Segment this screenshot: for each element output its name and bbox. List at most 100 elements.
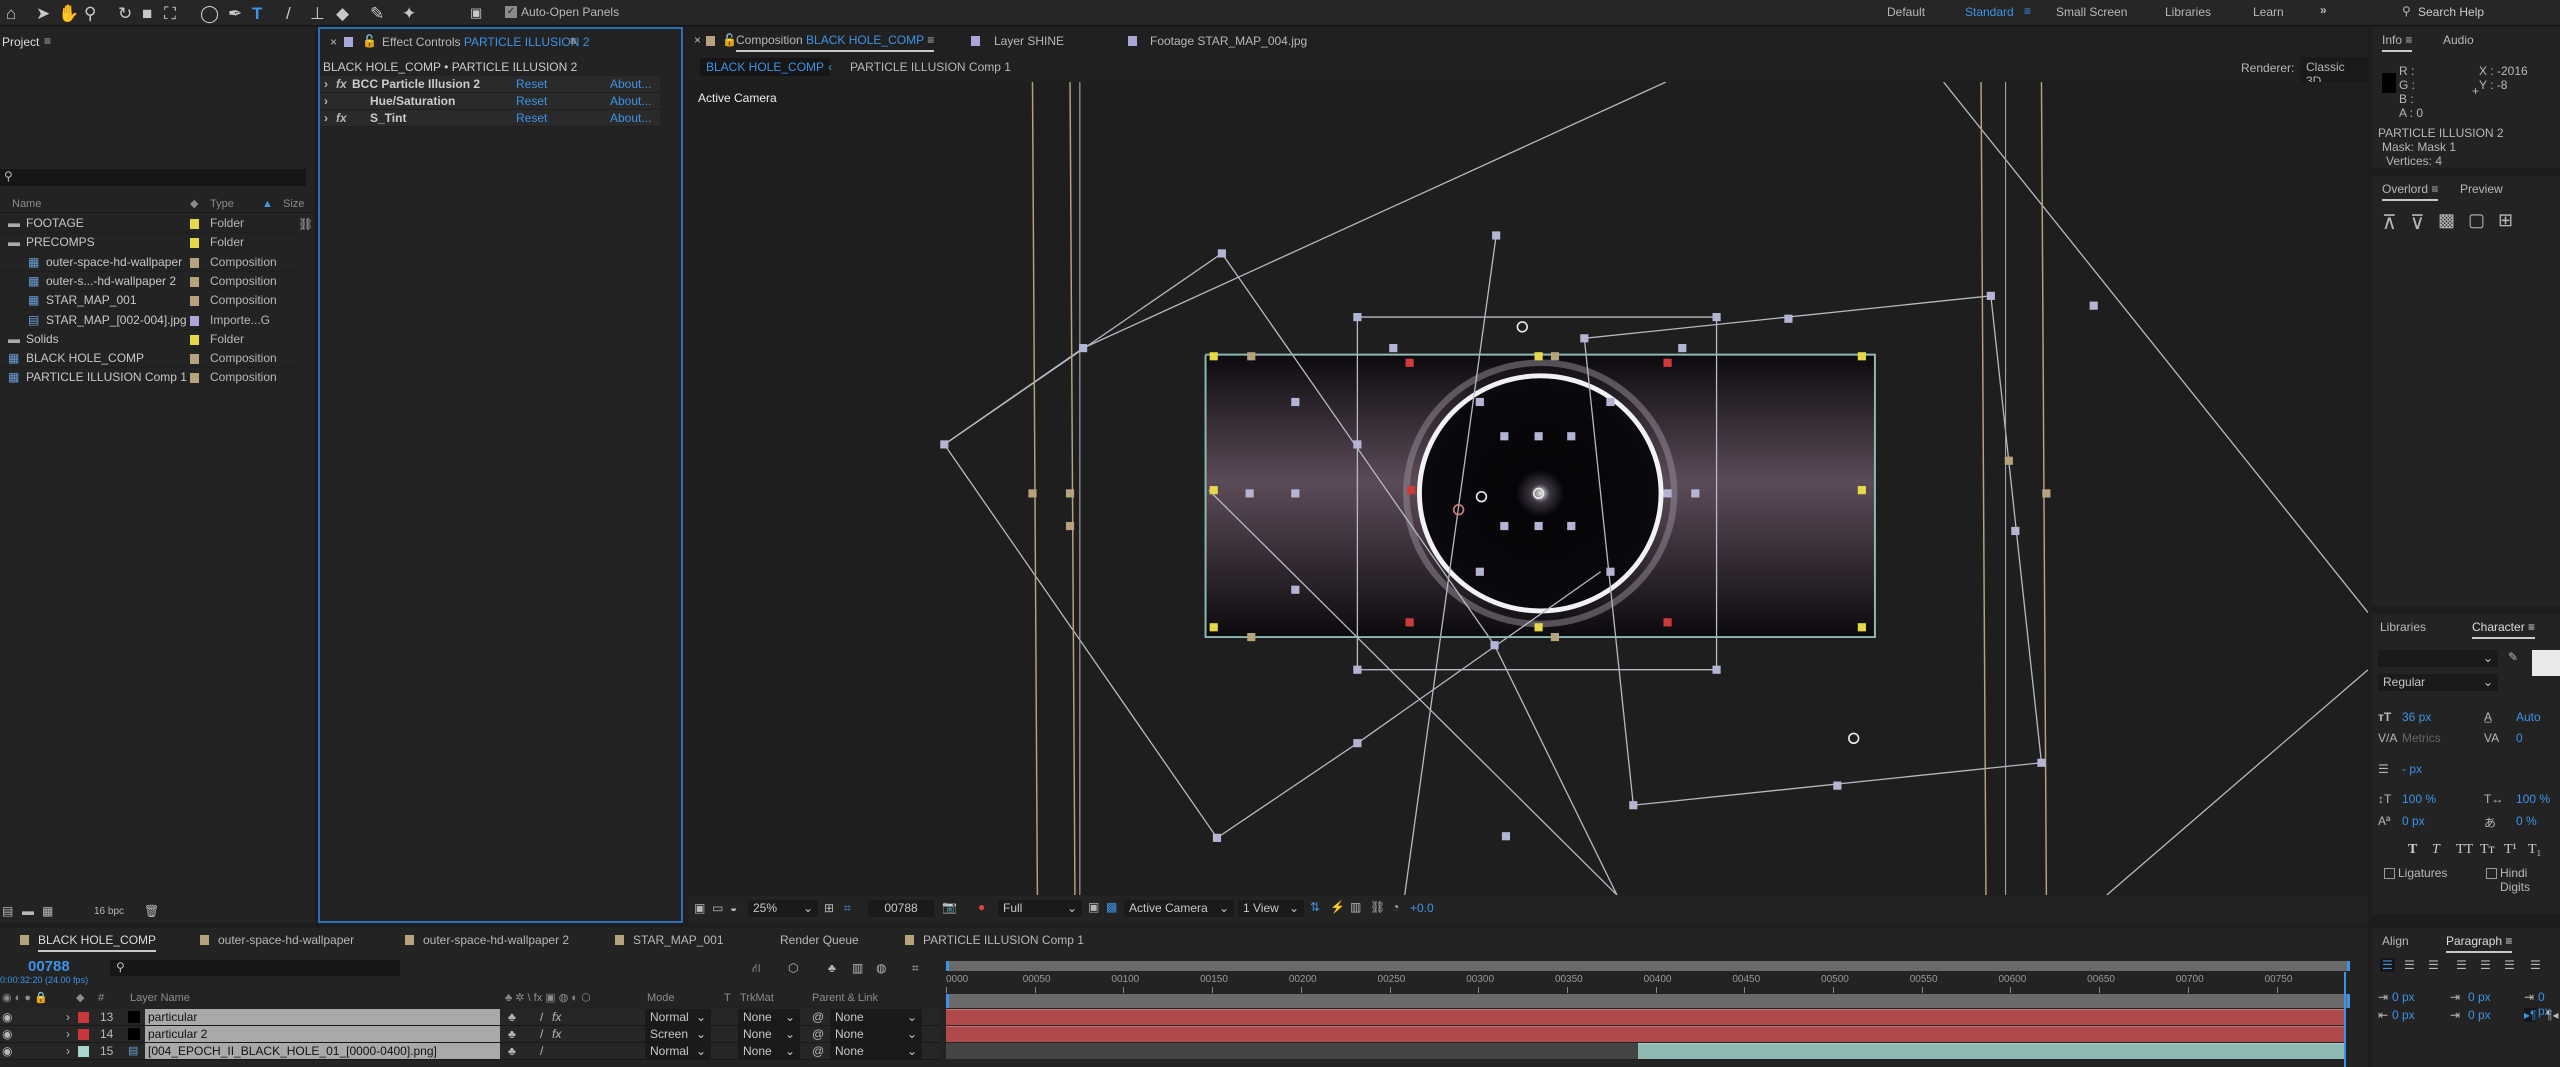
label-color[interactable] [190,257,199,268]
transform-handle[interactable] [2042,489,2051,498]
text-style-button[interactable]: T₁ [2528,842,2541,858]
kerning-value[interactable]: Metrics [2402,731,2441,745]
transform-handle[interactable] [1500,432,1509,441]
project-item[interactable]: ▦ STAR_MAP_001 Composition [0,291,300,311]
shape-tool-icon[interactable]: ◯ [200,4,219,24]
eyedropper-icon[interactable]: ✎ [2508,650,2518,664]
home-icon[interactable]: ⌂ [6,4,16,24]
camera-dropdown[interactable]: Active Camera ⌄ [1124,900,1234,917]
bpc-label[interactable]: 16 bpc [94,906,124,917]
label-color[interactable] [190,354,199,365]
label-color[interactable] [190,276,199,287]
justify-center-icon[interactable]: ☰ [2480,958,2491,972]
transform-handle[interactable] [1501,832,1511,841]
tab-character[interactable]: Character ≡ [2472,620,2536,639]
transform-handle[interactable] [1405,358,1414,367]
transform-handle[interactable] [2004,456,2013,465]
transform-handle[interactable] [1550,632,1560,642]
transform-handle[interactable] [1079,344,1088,353]
fx-toggle-icon[interactable]: fx [336,76,347,93]
monitor-icon[interactable]: ▭ [712,901,723,915]
graph-editor-icon[interactable]: ⌗ [912,961,919,976]
workspace-small-screen[interactable]: Small Screen [2056,5,2127,19]
panel-menu-icon[interactable]: ≡ [44,34,51,48]
frame-blending-icon[interactable]: ▥ [852,961,863,975]
column-size[interactable]: Size [283,195,304,213]
font-size-value[interactable]: 36 px [2402,710,2431,724]
transform-handle[interactable] [1580,334,1589,343]
horizontal-scale-value[interactable]: 100 % [2516,792,2550,806]
timeline-tab[interactable]: BLACK HOLE_COMP [38,933,157,952]
column-name[interactable]: Name [12,195,41,213]
interpret-footage-icon[interactable]: ▤ [2,904,13,918]
pull-icon[interactable]: ⊽ [2410,210,2425,235]
transform-handle[interactable] [1534,623,1543,632]
reset-link[interactable]: Reset [516,93,547,110]
trkmat-dropdown[interactable]: None ⌄ [738,1009,800,1025]
lock-icon[interactable]: 🔓 [722,33,737,47]
layer-label-color[interactable] [78,1029,89,1040]
expand-arrow-icon[interactable]: › [66,1043,70,1060]
visibility-eye-icon[interactable]: ◉ [2,1009,12,1026]
close-icon[interactable]: × [330,35,337,49]
layer-name[interactable]: particular [145,1009,500,1025]
layer-duration-bar[interactable] [946,1009,2344,1025]
transform-handle[interactable] [1291,585,1300,594]
time-navigator[interactable] [946,994,2350,1008]
layer-search-input[interactable]: ⚲ [110,960,400,976]
always-preview-icon[interactable]: ▣ [694,901,705,915]
transform-handle[interactable] [1986,291,1995,300]
zoom-dropdown[interactable]: 25% ⌄ [748,900,818,917]
pick-whip-icon[interactable]: @ [812,1043,824,1060]
quality-switch-icon[interactable]: / [540,1009,543,1026]
baseline-shift-value[interactable]: 0 px [2402,814,2425,828]
clone-stamp-tool-icon[interactable]: ⊥ [310,4,325,24]
transform-handle[interactable] [1784,314,1793,323]
text-style-button[interactable]: T¹ [2504,842,2517,858]
tab-layer[interactable]: Layer SHINE [994,34,1064,48]
expand-arrow-icon[interactable]: › [66,1026,70,1043]
flowchart-icon[interactable]: ⛓ [1370,900,1385,914]
layer-label-color[interactable] [78,1012,89,1023]
exposure-value[interactable]: +0.0 [1410,901,1434,915]
justify-left-icon[interactable]: ☰ [2456,958,2467,972]
transform-handle[interactable] [1212,833,1222,842]
transform-handle[interactable] [1291,489,1300,498]
expand-arrow-icon[interactable]: › [66,1009,70,1026]
transform-handle[interactable] [1606,567,1615,576]
about-link[interactable]: About... [610,76,651,93]
transform-handle[interactable] [1353,739,1362,748]
transform-handle[interactable] [1353,665,1362,674]
viewer-overlay[interactable] [688,82,2368,895]
layer-duration-bar[interactable] [946,1026,2344,1042]
trkmat-dropdown[interactable]: None ⌄ [738,1026,800,1042]
layer-row[interactable]: ◉ › 14 particular 2 ♣ / fx Screen ⌄ None ⌄ @ None ⌄ [0,1026,940,1043]
composition-mini-flowchart-icon[interactable]: ⛙ [752,961,760,977]
playhead[interactable] [2344,972,2346,1067]
push-icon[interactable]: ⊼ [2382,210,2397,235]
layer-row[interactable]: ◉ › 13 particular ♣ / fx Normal ⌄ None ⌄ @ None ⌄ [0,1009,940,1026]
column-mode[interactable]: Mode [647,990,675,1007]
region-of-interest-icon[interactable]: ▣ [1088,900,1099,914]
effect-item[interactable]: › Hue/Saturation Reset About... [320,93,660,110]
quality-switch-icon[interactable]: / [540,1026,543,1043]
transform-handle[interactable] [1712,313,1721,322]
transform-handle[interactable] [1407,486,1416,495]
tab-audio[interactable]: Audio [2443,33,2474,47]
hand-tool-icon[interactable]: ✋ [58,4,79,24]
transparency-grid-icon[interactable]: ▩ [1106,900,1117,914]
transform-handle[interactable] [1678,344,1687,353]
layer-edge[interactable] [2040,82,2048,895]
rotate-tool-icon[interactable]: ↻ [118,4,132,24]
transform-handle[interactable] [1567,432,1576,441]
text-style-button[interactable]: T [2432,842,2440,858]
fx-toggle-icon[interactable]: fx [336,110,347,127]
toggle-pixel-aspect-icon[interactable]: ⇅ [1310,900,1320,914]
rtl-direction-icon[interactable]: ¶◂ [2546,1008,2558,1022]
transform-handle[interactable] [1712,665,1721,674]
workspace-menu-icon[interactable]: ≡ [2024,4,2031,18]
current-timecode[interactable]: 00788 [28,958,70,975]
leading-value[interactable]: Auto [2516,710,2541,724]
project-title[interactable]: Project [2,35,39,49]
font-style-dropdown[interactable]: Regular ⌄ [2378,674,2498,691]
